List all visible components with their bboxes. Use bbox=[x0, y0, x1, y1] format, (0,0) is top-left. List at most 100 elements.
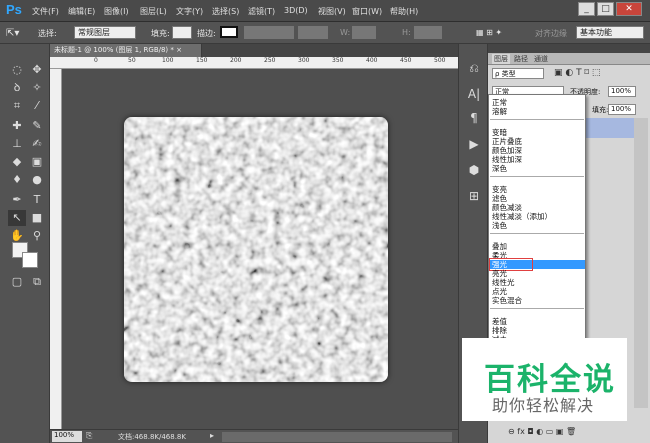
zoom-icon[interactable]: ⚲ bbox=[28, 228, 46, 244]
blend-mode-option[interactable]: 浅色 bbox=[492, 221, 507, 230]
menu-item[interactable]: 编辑(E) bbox=[68, 6, 95, 17]
menu-item[interactable]: 滤镜(T) bbox=[248, 6, 275, 17]
eraser-icon[interactable]: ◆ bbox=[8, 154, 26, 170]
stroke-swatch[interactable] bbox=[220, 26, 238, 38]
app-logo: Ps bbox=[6, 2, 22, 17]
shape-icon[interactable]: ■ bbox=[28, 210, 46, 226]
healing-icon[interactable]: ✚ bbox=[8, 118, 26, 134]
blend-mode-option[interactable]: 正常 bbox=[492, 98, 507, 107]
width-field[interactable] bbox=[352, 26, 376, 39]
stamp-icon[interactable]: ⊥ bbox=[8, 136, 26, 152]
document-canvas[interactable] bbox=[124, 117, 388, 382]
blend-mode-option[interactable]: 点光 bbox=[492, 287, 507, 296]
path-ops-icon[interactable]: ▦ ⊞ ✦ bbox=[476, 28, 502, 37]
dodge-icon[interactable]: ● bbox=[28, 172, 46, 188]
status-menu-icon[interactable]: ▸ bbox=[210, 431, 214, 440]
blend-mode-option[interactable]: 变亮 bbox=[492, 185, 507, 194]
menu-item[interactable]: 图像(I) bbox=[104, 6, 129, 17]
doc-info: 文档:468.8K/468.8K bbox=[118, 433, 186, 441]
character-panel-icon[interactable]: A| bbox=[464, 86, 484, 103]
minimize-button[interactable]: _ bbox=[578, 2, 595, 16]
stroke-type-field[interactable] bbox=[298, 26, 328, 39]
fill-swatch[interactable] bbox=[172, 26, 192, 39]
options-bar: ⇱▾ 选择: 常规图层 填充: 描边: W: H: ▦ ⊞ ✦ 对齐边缘 基本功… bbox=[0, 22, 650, 44]
gradient-icon[interactable]: ▣ bbox=[28, 154, 46, 170]
menu-item[interactable]: 帮助(H) bbox=[390, 6, 418, 17]
close-window-button[interactable]: ✕ bbox=[616, 2, 642, 16]
zoom-field[interactable]: 100% bbox=[52, 431, 82, 442]
type-icon[interactable]: T bbox=[28, 192, 46, 208]
align-edges-checkbox[interactable]: 对齐边缘 bbox=[535, 28, 567, 39]
magic-wand-icon[interactable]: ✧ bbox=[28, 80, 46, 96]
horizontal-scrollbar[interactable] bbox=[222, 432, 452, 442]
blend-mode-option[interactable]: 线性减淡（添加） bbox=[492, 212, 552, 221]
lasso-icon[interactable]: ꝺ bbox=[8, 80, 26, 96]
layer-select-dropdown[interactable]: 常规图层 bbox=[74, 26, 136, 39]
opacity-field[interactable]: 100% bbox=[608, 86, 636, 97]
menu-item[interactable]: 3D(D) bbox=[284, 6, 308, 15]
maximize-button[interactable]: □ bbox=[597, 2, 614, 16]
ruler-tick-label: 400 bbox=[366, 57, 378, 64]
move-icon[interactable]: ✥ bbox=[28, 62, 46, 78]
tab-channels[interactable]: 通道 bbox=[534, 54, 548, 64]
tools-panel: ◌ ✥ ꝺ ✧ ⌗ ⁄ ✚ ✎ ⊥ ✍ ◆ ▣ ♦ ● ✒ T ↖ ■ ✋ ⚲ … bbox=[0, 44, 50, 443]
brush-icon[interactable]: ✎ bbox=[28, 118, 46, 134]
blend-mode-option[interactable]: 颜色减淡 bbox=[492, 203, 522, 212]
history-brush-icon[interactable]: ✍ bbox=[28, 136, 46, 152]
menu-item[interactable]: 视图(V) bbox=[318, 6, 346, 17]
blend-mode-option[interactable]: 深色 bbox=[492, 164, 507, 173]
export-icon[interactable]: ⎘ bbox=[86, 431, 92, 441]
fill-label-panel: 填充: bbox=[592, 106, 609, 114]
blend-mode-option[interactable]: 颜色加深 bbox=[492, 146, 522, 155]
move-tool-icon[interactable]: ⇱▾ bbox=[6, 28, 19, 39]
blend-mode-option[interactable]: 亮光 bbox=[492, 269, 507, 278]
blend-mode-option[interactable]: 排除 bbox=[492, 326, 507, 335]
blend-mode-option[interactable]: 差值 bbox=[492, 317, 507, 326]
blend-mode-option[interactable]: 溶解 bbox=[492, 107, 507, 116]
blend-mode-option[interactable]: 正片叠底 bbox=[492, 137, 522, 146]
eyedropper-icon[interactable]: ⁄ bbox=[28, 98, 46, 114]
filter-icons[interactable]: ▣ ◐ T ⌑ ⬚ bbox=[554, 68, 600, 78]
history-panel-icon[interactable]: ⎌ bbox=[464, 60, 484, 77]
watermark-subtitle: 助你轻松解决 bbox=[492, 396, 595, 415]
tab-paths[interactable]: 路径 bbox=[514, 54, 528, 64]
menu-item[interactable]: 文件(F) bbox=[32, 6, 59, 17]
panel-header bbox=[488, 44, 650, 53]
fill-field[interactable]: 100% bbox=[608, 104, 636, 115]
layer-actions-icons[interactable]: ⊖ fx ◘ ◐ ▭ ▣ 🗑 bbox=[508, 427, 576, 436]
actions-panel-icon[interactable]: ▶ bbox=[464, 136, 484, 153]
ruler-tick-label: 200 bbox=[230, 57, 242, 64]
quick-mask-icon[interactable]: ▢ bbox=[8, 274, 26, 290]
document-tab[interactable]: 未标题-1 @ 100% (图层 1, RGB/8) * × bbox=[50, 44, 202, 57]
menu-item[interactable]: 文字(Y) bbox=[176, 6, 203, 17]
screen-mode-icon[interactable]: ⧉ bbox=[28, 274, 46, 290]
ruler-tick-label: 500 bbox=[434, 57, 446, 64]
workspace-dropdown[interactable]: 基本功能 bbox=[576, 26, 644, 39]
blend-mode-option[interactable]: 线性光 bbox=[492, 278, 515, 287]
blend-mode-option[interactable]: 叠加 bbox=[492, 242, 507, 251]
layer-kind-filter[interactable]: ρ 类型 bbox=[492, 68, 544, 79]
crop-icon[interactable]: ⌗ bbox=[8, 98, 26, 114]
properties-panel-icon[interactable]: ⊞ bbox=[464, 188, 484, 205]
paragraph-panel-icon[interactable]: ¶ bbox=[464, 110, 484, 127]
tab-layers[interactable]: 图层 bbox=[492, 54, 510, 64]
pen-icon[interactable]: ✒ bbox=[8, 192, 26, 208]
menu-item[interactable]: 选择(S) bbox=[212, 6, 239, 17]
blend-mode-option[interactable]: 实色混合 bbox=[492, 296, 522, 305]
path-selection-icon[interactable]: ↖ bbox=[8, 210, 26, 226]
background-color-swatch[interactable] bbox=[22, 252, 38, 268]
menu-item[interactable]: 图层(L) bbox=[140, 6, 167, 17]
blend-mode-option[interactable]: 变暗 bbox=[492, 128, 507, 137]
panel-scrollbar[interactable] bbox=[634, 118, 648, 408]
close-tab-icon[interactable]: × bbox=[176, 46, 182, 54]
stroke-width-field[interactable] bbox=[244, 26, 294, 39]
blend-mode-option[interactable]: 滤色 bbox=[492, 194, 507, 203]
fill-label: 填充: bbox=[151, 29, 170, 38]
3d-panel-icon[interactable]: ⬢ bbox=[464, 162, 484, 179]
menu-separator bbox=[490, 233, 584, 234]
height-field[interactable] bbox=[414, 26, 442, 39]
blend-mode-option[interactable]: 线性加深 bbox=[492, 155, 522, 164]
marquee-icon[interactable]: ◌ bbox=[8, 62, 26, 78]
blur-icon[interactable]: ♦ bbox=[8, 172, 26, 188]
menu-item[interactable]: 窗口(W) bbox=[352, 6, 382, 17]
